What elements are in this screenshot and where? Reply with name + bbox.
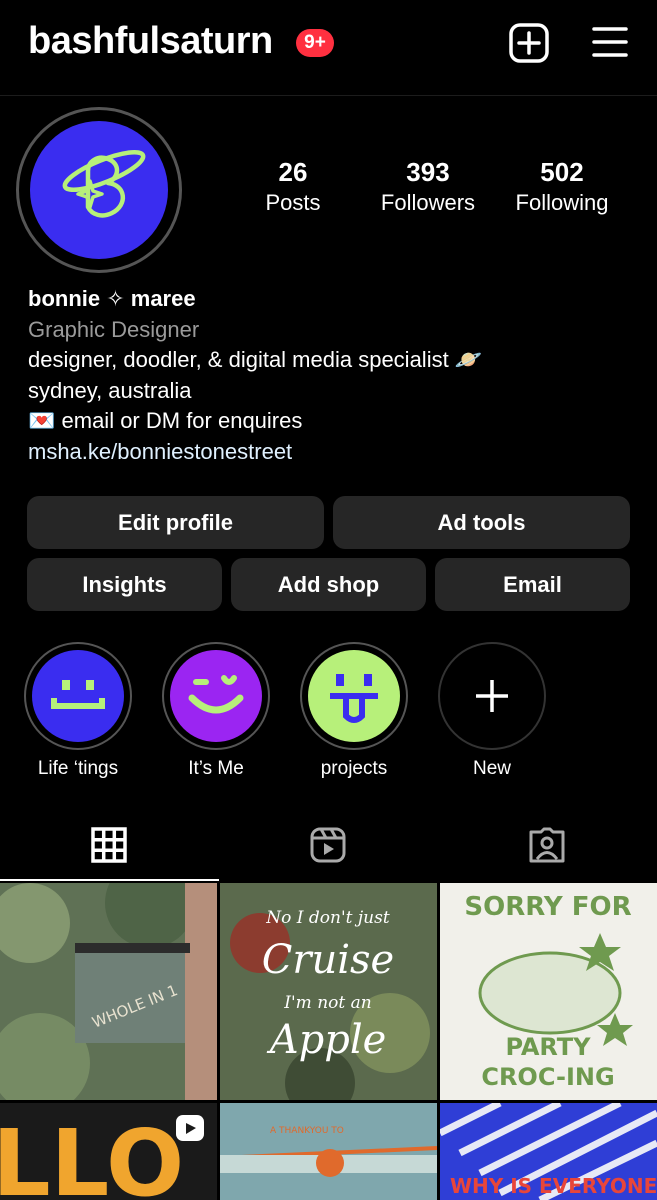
highlight-ring	[300, 642, 408, 750]
svg-text:I'm not an: I'm not an	[283, 993, 371, 1013]
highlight-cover	[308, 650, 400, 742]
grid-icon	[91, 827, 127, 863]
highlight-projects[interactable]: projects	[300, 642, 408, 780]
post-image: SORRY FOR PARTY CROC-ING	[440, 883, 657, 1100]
post-tile[interactable]: A THANKYOU TO	[220, 1103, 437, 1200]
profile-avatar-ring[interactable]	[16, 107, 182, 273]
highlight-life-tings[interactable]: Life ‘tings	[24, 642, 132, 780]
post-tile[interactable]: WHY IS EVERYONE	[440, 1103, 657, 1200]
plus-icon	[476, 680, 508, 712]
profile-bio: bonnie ✧ maree Graphic Designer designer…	[28, 284, 638, 467]
post-tile[interactable]: No I don't just Cruise I'm not an Apple	[220, 883, 437, 1100]
post-title: LLO	[0, 1110, 184, 1200]
ad-tools-button[interactable]: Ad tools	[333, 496, 630, 549]
reels-icon	[310, 827, 346, 863]
svg-text:Apple: Apple	[266, 1017, 387, 1063]
profile-tabs	[0, 820, 657, 882]
post-image: LLO	[0, 1103, 217, 1200]
bio-line: 💌 email or DM for enquires	[28, 408, 303, 433]
followers-label: Followers	[380, 190, 476, 215]
bio-link[interactable]: msha.ke/bonniestonestreet	[28, 437, 638, 468]
hamburger-menu-icon	[592, 27, 628, 57]
smiley-face-icon	[188, 675, 244, 714]
highlight-ring	[24, 642, 132, 750]
tab-grid[interactable]	[0, 820, 219, 882]
post-tile[interactable]: SORRY FOR PARTY CROC-ING	[440, 883, 657, 1100]
followers-value: 393	[406, 157, 450, 187]
menu-button[interactable]	[590, 24, 630, 60]
highlight-new[interactable]: New	[438, 642, 546, 780]
bio-line: designer, doodler, & digital media speci…	[28, 347, 483, 372]
followers-count[interactable]: 393 Followers	[363, 157, 493, 216]
highlight-cover	[32, 650, 124, 742]
post-tile[interactable]: LLO	[0, 1103, 217, 1200]
svg-text:No I don't just: No I don't just	[265, 908, 390, 928]
posts-label: Posts	[265, 190, 321, 215]
post-image: WHY IS EVERYONE	[440, 1103, 657, 1200]
highlight-its-me[interactable]: It’s Me	[162, 642, 270, 780]
posts-count[interactable]: 26 Posts	[228, 157, 358, 216]
bio-line: sydney, australia	[28, 377, 192, 403]
notification-badge[interactable]: 9+	[296, 29, 334, 57]
add-shop-button[interactable]: Add shop	[231, 558, 426, 611]
highlight-cover	[170, 650, 262, 742]
create-post-button[interactable]	[508, 22, 550, 64]
svg-text:Cruise: Cruise	[262, 937, 394, 983]
svg-text:PARTY: PARTY	[505, 1033, 591, 1061]
posts-value: 26	[278, 157, 308, 187]
profile-username[interactable]: bashfulsaturn	[28, 20, 273, 63]
post-title: A THANKYOU TO	[270, 1126, 344, 1136]
top-bar: bashfulsaturn 9+	[0, 0, 657, 96]
active-tab-indicator	[0, 879, 219, 881]
post-title: WHY IS EVERYONE	[450, 1174, 657, 1198]
email-button[interactable]: Email	[435, 558, 630, 611]
avatar	[30, 121, 168, 259]
svg-text:SORRY FOR: SORRY FOR	[464, 892, 631, 922]
post-image: No I don't just Cruise I'm not an Apple	[220, 883, 437, 1100]
following-count[interactable]: 502 Following	[497, 157, 627, 216]
display-name: bonnie ✧ maree	[28, 286, 196, 311]
post-image: WHOLE IN 1	[0, 883, 217, 1100]
insights-button[interactable]: Insights	[27, 558, 222, 611]
category-label: Graphic Designer	[28, 316, 200, 342]
tab-tagged[interactable]	[438, 820, 657, 882]
edit-profile-button[interactable]: Edit profile	[27, 496, 324, 549]
svg-text:CROC-ING: CROC-ING	[481, 1063, 614, 1091]
tagged-person-icon	[529, 827, 565, 863]
plus-square-icon	[509, 23, 549, 63]
highlight-ring	[438, 642, 546, 750]
tab-reels[interactable]	[219, 820, 438, 882]
highlight-label: New	[472, 758, 511, 779]
highlight-label: projects	[320, 758, 388, 779]
smiley-face-icon	[51, 680, 105, 709]
post-image: A THANKYOU TO	[220, 1103, 437, 1200]
saturn-b-logo-icon	[62, 150, 146, 218]
following-value: 502	[540, 157, 584, 187]
following-label: Following	[515, 190, 609, 215]
highlight-ring	[162, 642, 270, 750]
highlight-label: It’s Me	[188, 758, 244, 779]
highlight-label: Life ‘tings	[37, 758, 119, 779]
post-tile[interactable]: WHOLE IN 1	[0, 883, 217, 1100]
tongue-face-icon	[330, 674, 378, 723]
